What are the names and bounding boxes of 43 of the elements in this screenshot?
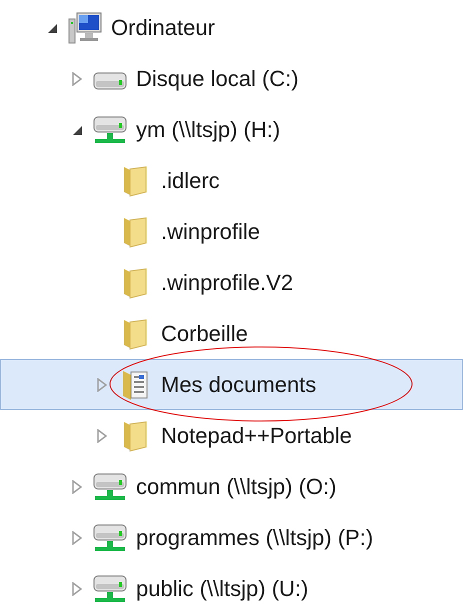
folder-icon [122, 266, 148, 298]
expand-arrow-icon[interactable] [96, 428, 108, 442]
tree-item[interactable]: .winprofile [0, 206, 463, 257]
item-label: Disque local (C:) [136, 65, 299, 93]
folder-icon [122, 164, 148, 196]
tree-item[interactable]: public (\\ltsjp) (U:) [0, 563, 463, 609]
tree-item[interactable]: .winprofile.V2 [0, 257, 463, 308]
item-label: .idlerc [161, 167, 220, 195]
collapse-arrow-icon[interactable] [46, 22, 58, 34]
item-label: ym (\\ltsjp) (H:) [136, 116, 280, 144]
tree-item[interactable]: Disque local (C:) [0, 53, 463, 104]
folder-icon [122, 318, 148, 350]
tree-item[interactable]: commun (\\ltsjp) (O:) [0, 461, 463, 512]
tree-item[interactable]: .idlerc [0, 155, 463, 206]
collapse-arrow-icon[interactable] [71, 124, 83, 136]
item-label: .winprofile [161, 218, 260, 246]
network-drive-icon [93, 114, 127, 144]
tree-item[interactable]: Notepad++Portable [0, 410, 463, 461]
computer-icon [68, 10, 102, 44]
tree-item[interactable]: ym (\\ltsjp) (H:) [0, 104, 463, 155]
network-drive-icon [93, 522, 127, 552]
expand-arrow-icon[interactable] [71, 480, 83, 494]
documents-folder-icon [121, 368, 149, 400]
item-label: commun (\\ltsjp) (O:) [136, 473, 336, 501]
item-label: Ordinateur [111, 14, 215, 42]
expand-arrow-icon[interactable] [71, 530, 83, 544]
item-label: Notepad++Portable [161, 422, 352, 450]
expand-arrow-icon[interactable] [96, 378, 108, 392]
network-drive-icon [93, 574, 127, 604]
selected-tree-item[interactable]: Mes documents [0, 359, 463, 410]
expand-arrow-icon[interactable] [71, 582, 83, 596]
folder-icon [122, 420, 148, 452]
expand-arrow-icon[interactable] [71, 72, 83, 86]
item-label: public (\\ltsjp) (U:) [136, 575, 308, 603]
item-label: Mes documents [161, 371, 316, 399]
folder-icon [122, 216, 148, 248]
tree-item[interactable]: programmes (\\ltsjp) (P:) [0, 512, 463, 563]
item-label: programmes (\\ltsjp) (P:) [136, 524, 374, 552]
tree-item[interactable]: Corbeille [0, 308, 463, 359]
network-drive-icon [93, 472, 127, 502]
tree-item[interactable]: Ordinateur [0, 2, 463, 53]
item-label: Corbeille [161, 320, 248, 348]
item-label: .winprofile.V2 [161, 269, 294, 297]
